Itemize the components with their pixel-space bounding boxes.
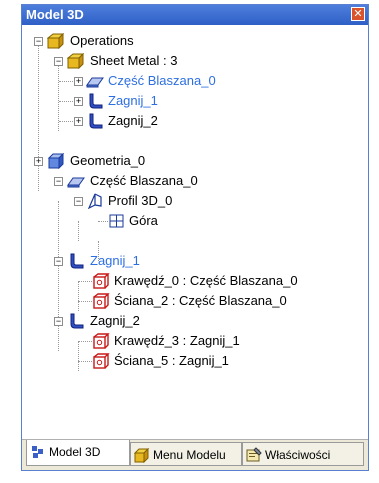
tree-node-label: Krawędź_0 : Część Blaszana_0	[114, 273, 298, 288]
tree-node-sheet-metal[interactable]: − Sheet Metal : 3	[22, 51, 362, 71]
edge-face-icon	[93, 353, 110, 369]
tree-node-face-5[interactable]: Ściana_5 : Zagnij_1	[22, 351, 362, 371]
properties-tab-icon	[246, 447, 262, 462]
collapse-icon[interactable]: −	[54, 257, 63, 266]
sheet-part-icon	[86, 77, 104, 88]
tree-node-label: Zagnij_2	[90, 313, 140, 328]
tree-connector	[59, 121, 75, 122]
model-3d-panel: Model 3D ✕ − Operations − Sheet Metal: …	[21, 4, 369, 471]
tree-node-label: Góra	[129, 213, 158, 228]
tree-node-bend-1[interactable]: + Zagnij_1	[22, 91, 362, 111]
edge-face-icon	[93, 273, 110, 289]
tree-node-label: Zagnij_1	[108, 93, 158, 108]
tree-connector	[59, 101, 75, 102]
sheet-metal-icon	[67, 53, 85, 69]
bend-icon	[70, 253, 84, 269]
tree-node-label: Krawędź_3 : Zagnij_1	[114, 333, 240, 348]
panel-tab-bar: Model 3D Menu Modelu Właściwości	[22, 439, 368, 470]
tree-node-sheet-part[interactable]: + Część Blaszana_0	[22, 71, 362, 91]
panel-title: Model 3D	[26, 7, 84, 22]
bend-icon	[89, 93, 103, 109]
tree-node-label: Operations	[70, 33, 134, 48]
tab-label: Menu Modelu	[153, 448, 226, 462]
tree-node-label: Profil 3D_0	[108, 193, 173, 208]
model-menu-tab-icon	[134, 447, 150, 463]
collapse-icon[interactable]: −	[54, 177, 63, 186]
expand-icon[interactable]: +	[34, 157, 43, 166]
tree-connector	[78, 281, 92, 282]
model-3d-tab-icon	[32, 446, 43, 458]
tree-node-label: Zagnij_1	[90, 253, 140, 268]
tree-node-bend-1-geometry[interactable]: − Zagnij_1	[22, 251, 362, 271]
bend-icon	[70, 313, 84, 329]
tree-connector	[59, 81, 75, 82]
geometry-cube-icon	[47, 153, 65, 169]
operations-folder-icon	[47, 33, 65, 49]
tree-node-face-2[interactable]: Ściana_2 : Część Blaszana_0	[22, 291, 362, 311]
sheet-part-icon	[67, 177, 85, 188]
tree-node-geometry[interactable]: + Geometria_0	[22, 151, 362, 171]
tree-node-bend-2-geometry[interactable]: − Zagnij_2	[22, 311, 362, 331]
tab-label: Właściwości	[265, 448, 331, 462]
collapse-icon[interactable]: −	[54, 57, 63, 66]
collapse-icon[interactable]: −	[34, 37, 43, 46]
tree-node-profile-3d[interactable]: − Profil 3D_0	[22, 191, 362, 211]
tree-connector	[98, 221, 108, 222]
tree-node-top-plane[interactable]: Góra	[22, 211, 362, 231]
tree-node-sheet-part-geometry[interactable]: − Część Blaszana_0	[22, 171, 362, 191]
tree-node-bend-2[interactable]: + Zagnij_2	[22, 111, 362, 131]
tab-properties[interactable]: Właściwości	[242, 442, 364, 466]
expand-icon[interactable]: +	[74, 117, 83, 126]
tree-node-label: Część Blaszana_0	[90, 173, 198, 188]
collapse-icon[interactable]: −	[54, 317, 63, 326]
close-icon: ✕	[353, 8, 363, 20]
tab-label: Model 3D	[49, 445, 101, 459]
panel-titlebar: Model 3D ✕	[22, 5, 368, 25]
tree-node-label: Zagnij_2	[108, 113, 158, 128]
collapse-icon[interactable]: −	[74, 197, 83, 206]
bend-icon	[89, 113, 103, 129]
tree-node-operations[interactable]: − Operations	[22, 31, 362, 51]
tree-connector	[78, 301, 92, 302]
tree-node-label: Sheet Metal : 3	[90, 53, 178, 68]
expand-icon[interactable]: +	[74, 97, 83, 106]
expand-icon[interactable]: +	[74, 77, 83, 86]
tree-node-label: Geometria_0	[70, 153, 146, 168]
edge-face-icon	[93, 333, 110, 349]
edge-face-icon	[93, 293, 110, 309]
tab-model-3d[interactable]: Model 3D	[26, 440, 130, 466]
tree-node-label: Część Blaszana_0	[108, 73, 216, 88]
plane-grid-icon	[109, 214, 124, 228]
profile-3d-icon	[87, 193, 102, 209]
tree-connector	[78, 341, 92, 342]
tree-node-edge-0[interactable]: Krawędź_0 : Część Blaszana_0	[22, 271, 362, 291]
tree-node-label: Ściana_2 : Część Blaszana_0	[114, 293, 287, 308]
close-button[interactable]: ✕	[351, 7, 365, 21]
tab-model-menu[interactable]: Menu Modelu	[130, 442, 242, 466]
tree-connector	[78, 361, 92, 362]
tree-node-edge-3[interactable]: Krawędź_3 : Zagnij_1	[22, 331, 362, 351]
tree-node-label: Ściana_5 : Zagnij_1	[114, 353, 229, 368]
model-tree[interactable]: − Operations − Sheet Metal : 3 + Część B…	[22, 27, 368, 432]
